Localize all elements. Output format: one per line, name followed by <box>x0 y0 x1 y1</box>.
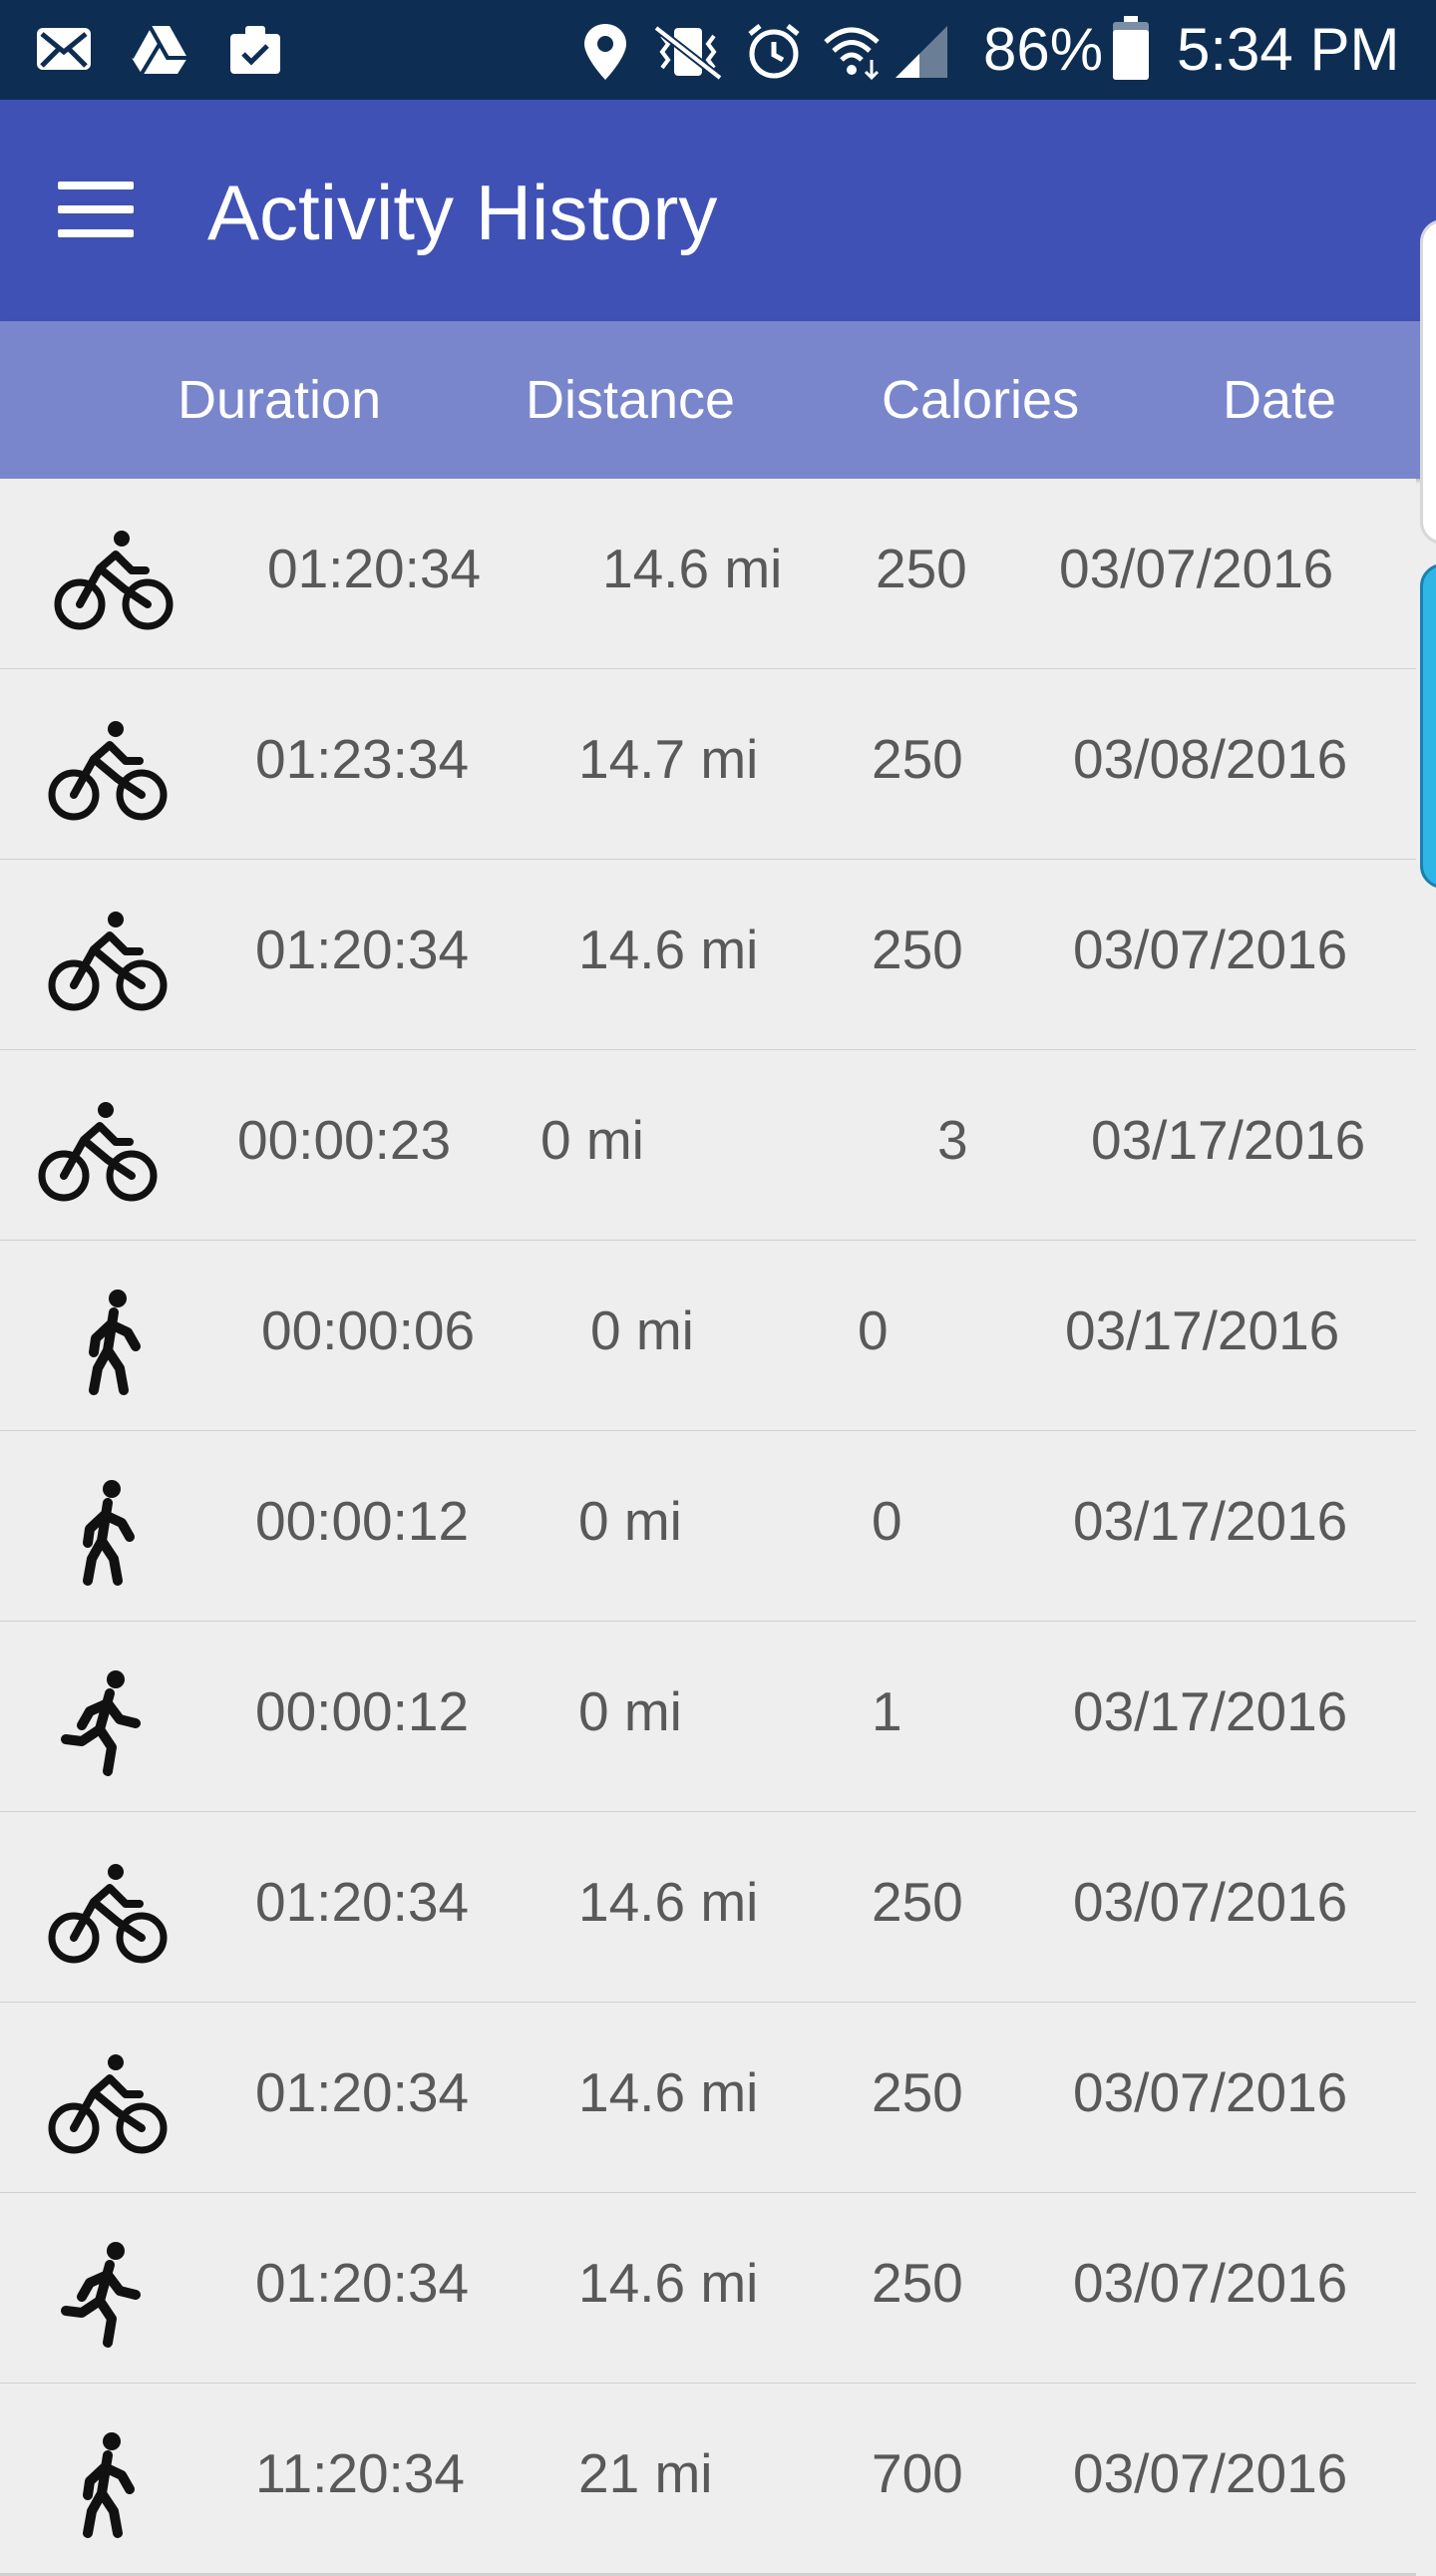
bike-icon <box>54 531 174 630</box>
date-cell: 03/07/2016 <box>1059 538 1334 599</box>
calories-cell: 3 <box>937 1109 968 1171</box>
drive-icon <box>130 25 187 76</box>
run-icon <box>61 2242 141 2348</box>
page-title: Activity History <box>207 169 718 256</box>
date-cell: 03/17/2016 <box>1091 1109 1366 1171</box>
duration-cell: 01:20:34 <box>255 919 470 980</box>
calories-cell: 1 <box>872 1680 902 1742</box>
table-row[interactable]: 01:20:34 14.6 mi 250 03/07/2016 <box>0 2193 1416 2386</box>
calories-cell: 0 <box>872 1490 902 1552</box>
calories-cell: 700 <box>872 2442 963 2504</box>
distance-cell: 0 mi <box>540 1109 644 1171</box>
date-cell: 03/17/2016 <box>1073 1680 1348 1742</box>
signal-icon <box>896 26 947 78</box>
bike-icon <box>48 721 168 821</box>
table-row[interactable]: 01:20:34 14.6 mi 250 03/07/2016 <box>0 860 1416 1052</box>
date-cell: 03/17/2016 <box>1065 1299 1340 1361</box>
distance-cell: 14.6 mi <box>578 1871 759 1933</box>
mail-icon <box>37 28 91 70</box>
calories-cell: 0 <box>858 1299 889 1361</box>
clipboard-icon <box>230 26 280 74</box>
bike-icon <box>48 1864 168 1964</box>
distance-cell: 14.6 mi <box>602 538 783 599</box>
header-calories: Calories <box>882 370 1080 430</box>
calories-cell: 250 <box>872 2252 963 2314</box>
table-row[interactable]: 01:20:34 14.6 mi 250 03/07/2016 <box>0 1812 1416 2005</box>
calories-cell: 250 <box>872 728 963 790</box>
bike-icon <box>38 1102 158 1202</box>
clock-time: 5:34 PM <box>1177 16 1400 83</box>
date-cell: 03/07/2016 <box>1073 919 1348 980</box>
duration-cell: 01:20:34 <box>255 2061 470 2123</box>
bike-icon <box>48 912 168 1011</box>
calories-cell: 250 <box>876 538 967 599</box>
bike-icon <box>48 2054 168 2154</box>
distance-cell: 14.6 mi <box>578 919 759 980</box>
table-row[interactable]: 00:00:06 0 mi 0 03/17/2016 <box>0 1241 1416 1433</box>
vibrate-icon <box>653 24 723 82</box>
table-row[interactable]: 00:00:12 0 mi 1 03/17/2016 <box>0 1622 1416 1814</box>
distance-cell: 0 mi <box>590 1299 694 1361</box>
hamburger-menu-icon[interactable] <box>40 160 150 259</box>
distance-cell: 14.6 mi <box>578 2252 759 2314</box>
table-row[interactable]: 01:20:34 14.6 mi 250 03/07/2016 <box>0 2003 1416 2195</box>
wifi-icon <box>824 27 880 81</box>
date-cell: 03/07/2016 <box>1073 2252 1348 2314</box>
duration-cell: 01:20:34 <box>267 538 482 599</box>
date-cell: 03/08/2016 <box>1073 728 1348 790</box>
calories-cell: 250 <box>872 919 963 980</box>
duration-cell: 00:00:12 <box>255 1490 470 1552</box>
alarm-icon <box>748 24 800 79</box>
header-distance: Distance <box>526 370 736 430</box>
distance-cell: 14.7 mi <box>578 728 759 790</box>
distance-cell: 14.6 mi <box>578 2061 759 2123</box>
walk-icon <box>83 2432 135 2538</box>
battery-percent: 86% <box>983 16 1104 83</box>
table-row[interactable]: 01:23:34 14.7 mi 250 03/08/2016 <box>0 669 1416 862</box>
duration-cell: 00:00:06 <box>261 1299 476 1361</box>
calories-cell: 250 <box>872 2061 963 2123</box>
table-header: Duration Distance Calories Date <box>0 321 1436 479</box>
date-cell: 03/17/2016 <box>1073 1490 1348 1552</box>
app-bar: Activity History <box>0 100 1436 321</box>
header-duration: Duration <box>178 370 382 430</box>
edge-panel-handle-active[interactable] <box>1420 563 1436 889</box>
table-row[interactable]: 11:20:34 21 mi 700 03/07/2016 <box>0 2384 1416 2576</box>
battery-icon <box>1113 16 1149 80</box>
edge-panel-handle[interactable] <box>1420 219 1436 545</box>
duration-cell: 00:00:23 <box>237 1109 452 1171</box>
table-row[interactable]: 00:00:23 0 mi 3 03/17/2016 <box>0 1050 1416 1243</box>
distance-cell: 0 mi <box>578 1490 682 1552</box>
run-icon <box>61 1670 141 1776</box>
duration-cell: 01:20:34 <box>255 2252 470 2314</box>
table-row[interactable]: 01:20:34 14.6 mi 250 03/07/2016 <box>0 479 1416 671</box>
date-cell: 03/07/2016 <box>1073 2442 1348 2504</box>
walk-icon <box>83 1480 135 1586</box>
duration-cell: 11:20:34 <box>255 2442 466 2504</box>
date-cell: 03/07/2016 <box>1073 1871 1348 1933</box>
duration-cell: 00:00:12 <box>255 1680 470 1742</box>
distance-cell: 0 mi <box>578 1680 682 1742</box>
header-date: Date <box>1223 370 1337 430</box>
date-cell: 03/07/2016 <box>1073 2061 1348 2123</box>
walk-icon <box>89 1289 141 1395</box>
distance-cell: 21 mi <box>578 2442 713 2504</box>
calories-cell: 250 <box>872 1871 963 1933</box>
table-row[interactable]: 00:00:12 0 mi 0 03/17/2016 <box>0 1431 1416 1624</box>
location-icon <box>584 24 626 80</box>
status-bar: 86% 5:34 PM <box>0 0 1436 100</box>
duration-cell: 01:20:34 <box>255 1871 470 1933</box>
duration-cell: 01:23:34 <box>255 728 470 790</box>
